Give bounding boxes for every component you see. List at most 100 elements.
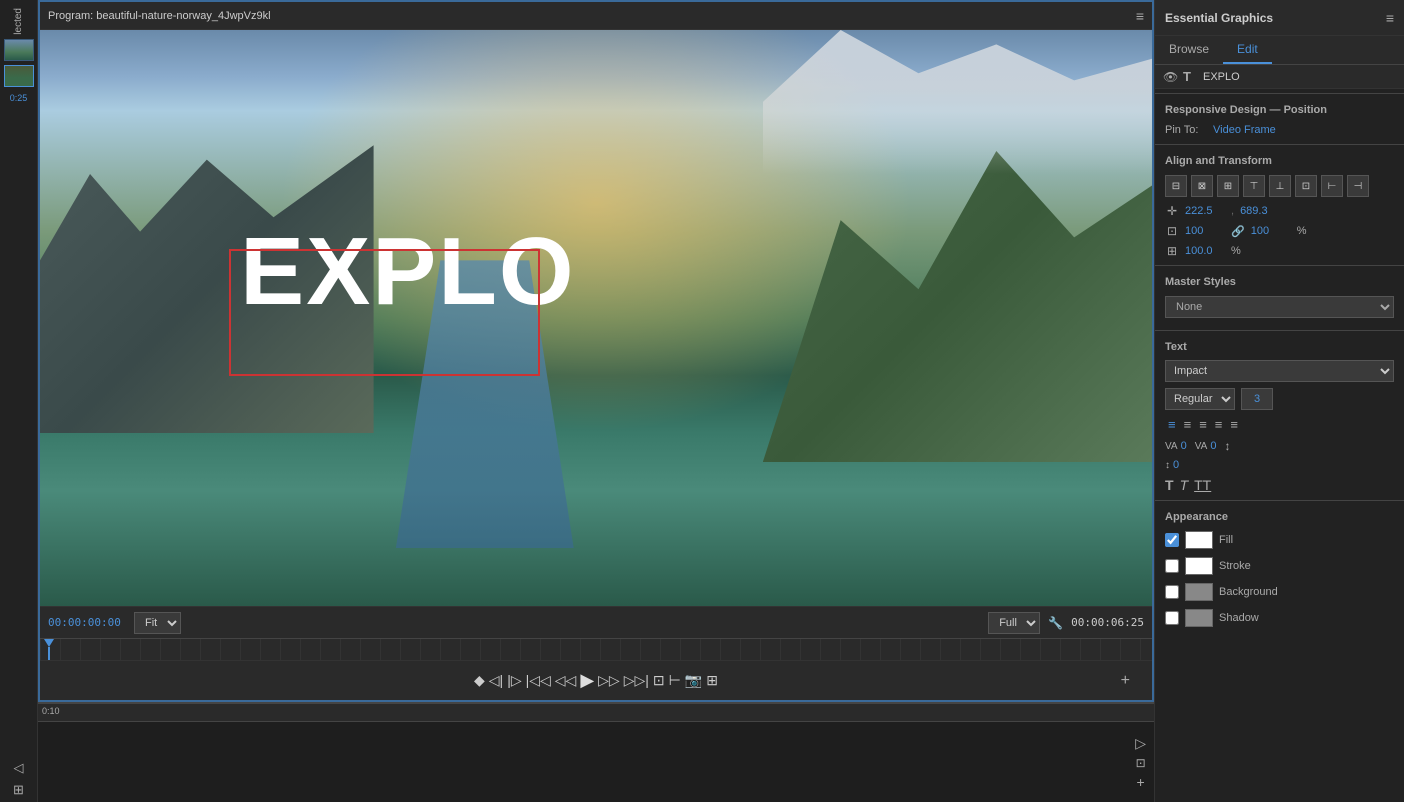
overwrite-btn[interactable]: ⊢ bbox=[667, 670, 683, 691]
rotation-value[interactable]: 100.0 bbox=[1185, 245, 1225, 257]
position-row: ✛ 222.5 , 689.3 bbox=[1155, 201, 1404, 221]
shadow-row: Shadow bbox=[1155, 605, 1404, 631]
quality-dropdown[interactable]: Full bbox=[988, 612, 1040, 634]
play-btn[interactable]: ▶ bbox=[578, 668, 596, 693]
divider-5 bbox=[1155, 500, 1404, 501]
side-icon-2[interactable]: ⊞ bbox=[13, 782, 24, 798]
font-family-row: Impact bbox=[1155, 357, 1404, 385]
align-center-h-btn[interactable]: ⊠ bbox=[1191, 175, 1213, 197]
wrench-icon[interactable]: 🔧 bbox=[1048, 616, 1063, 630]
align-center-v-btn[interactable]: ⊥ bbox=[1269, 175, 1291, 197]
center-area: Program: beautiful-nature-norway_4JwpVz9… bbox=[38, 0, 1154, 802]
fit-dropdown[interactable]: Fit bbox=[134, 612, 181, 634]
stroke-color-swatch[interactable] bbox=[1185, 557, 1213, 575]
background-color-swatch[interactable] bbox=[1185, 583, 1213, 601]
scrubber-track[interactable] bbox=[40, 639, 1152, 660]
insert-btn[interactable]: ⊡ bbox=[651, 670, 667, 691]
align-justify-all-text-btn[interactable]: ≡ bbox=[1227, 416, 1241, 433]
divider-1 bbox=[1155, 93, 1404, 94]
leading-icon[interactable]: ↕ bbox=[1224, 439, 1230, 453]
align-left-btn[interactable]: ⊟ bbox=[1165, 175, 1187, 197]
mark-btn-1[interactable]: ◁| bbox=[487, 670, 505, 691]
layer-name[interactable]: EXPLO bbox=[1203, 71, 1396, 83]
add-track-icon[interactable]: + bbox=[1137, 774, 1145, 790]
mark-in-btn[interactable]: ◆ bbox=[472, 670, 487, 691]
master-styles-select[interactable]: None bbox=[1165, 296, 1394, 318]
divider-3 bbox=[1155, 265, 1404, 266]
scale-pct: % bbox=[1297, 225, 1307, 237]
align-right-text-btn[interactable]: ≡ bbox=[1196, 416, 1210, 433]
thumbnail-1[interactable] bbox=[4, 39, 34, 61]
video-area: EXPLO bbox=[40, 30, 1152, 606]
position-icon: ✛ bbox=[1165, 204, 1179, 218]
italic-btn[interactable]: T bbox=[1180, 477, 1189, 493]
panel-menu-icon[interactable]: ≡ bbox=[1386, 10, 1394, 26]
explo-text: EXPLO bbox=[240, 218, 575, 325]
panel-content: 👁 T EXPLO Responsive Design — Position P… bbox=[1155, 65, 1404, 802]
thumbnail-2[interactable] bbox=[4, 65, 34, 87]
align-bottom-btn[interactable]: ⊡ bbox=[1295, 175, 1317, 197]
export-frame-btn[interactable]: ⊞ bbox=[704, 670, 720, 691]
underline-btn[interactable]: TT bbox=[1194, 477, 1211, 493]
bold-btn[interactable]: T bbox=[1165, 477, 1174, 493]
camera-btn[interactable]: 📷 bbox=[683, 670, 704, 691]
timeline-ruler: 0:10 bbox=[38, 704, 1154, 722]
background-checkbox[interactable] bbox=[1165, 585, 1179, 599]
timecode-left: 0:25 bbox=[10, 93, 28, 103]
layer-eye-icon[interactable]: 👁 bbox=[1163, 70, 1177, 84]
font-size-input[interactable] bbox=[1241, 388, 1273, 410]
tab-edit[interactable]: Edit bbox=[1223, 36, 1272, 64]
align-right-btn[interactable]: ⊞ bbox=[1217, 175, 1239, 197]
scale-h-value[interactable]: 100 bbox=[1251, 225, 1291, 237]
align-top-btn[interactable]: ⊤ bbox=[1243, 175, 1265, 197]
lock-icon[interactable]: 🔗 bbox=[1231, 225, 1245, 238]
align-left-text-btn[interactable]: ≡ bbox=[1165, 416, 1179, 433]
scrubber-head[interactable] bbox=[44, 639, 54, 660]
mark-btn-2[interactable]: |▷ bbox=[505, 670, 523, 691]
tracking-value[interactable]: 0 bbox=[1210, 440, 1216, 452]
position-x-value[interactable]: 222.5 bbox=[1185, 205, 1225, 217]
tab-browse[interactable]: Browse bbox=[1155, 36, 1223, 64]
shadow-checkbox[interactable] bbox=[1165, 611, 1179, 625]
shadow-color-swatch[interactable] bbox=[1185, 609, 1213, 627]
monitor-menu-icon[interactable]: ≡ bbox=[1136, 8, 1144, 24]
step-back-btn[interactable]: ◁◁ bbox=[553, 670, 579, 691]
arrow-right-icon[interactable]: ▷ bbox=[1135, 735, 1146, 752]
position-y-value[interactable]: 689.3 bbox=[1240, 205, 1280, 217]
pin-to-label: Pin To: bbox=[1165, 124, 1205, 136]
monitor-controls: 00:00:00:00 Fit Full 🔧 00:00:06:25 bbox=[40, 606, 1152, 638]
kerning-value[interactable]: 0 bbox=[1181, 440, 1187, 452]
jump-start-btn[interactable]: |◁◁ bbox=[524, 670, 553, 691]
zoom-to-fit-icon[interactable]: ⊡ bbox=[1136, 756, 1146, 770]
step-fwd-btn[interactable]: ▷▷ bbox=[596, 670, 622, 691]
fill-row: Fill bbox=[1155, 527, 1404, 553]
divider-4 bbox=[1155, 330, 1404, 331]
font-style-select[interactable]: Regular bbox=[1165, 388, 1235, 410]
background-row: Background bbox=[1155, 579, 1404, 605]
timeline-content: ▷ ⊡ + bbox=[38, 722, 1154, 802]
pin-to-value[interactable]: Video Frame bbox=[1213, 124, 1276, 136]
align-center-text-btn[interactable]: ≡ bbox=[1181, 416, 1195, 433]
line-spacing-value[interactable]: 0 bbox=[1173, 459, 1179, 471]
monitor-header: Program: beautiful-nature-norway_4JwpVz9… bbox=[40, 2, 1152, 30]
stroke-checkbox[interactable] bbox=[1165, 559, 1179, 573]
divider-2 bbox=[1155, 144, 1404, 145]
dist-h-btn[interactable]: ⊢ bbox=[1321, 175, 1343, 197]
background-label: Background bbox=[1219, 586, 1278, 598]
align-icons-row: ⊟ ⊠ ⊞ ⊤ ⊥ ⊡ ⊢ ⊣ bbox=[1155, 171, 1404, 201]
align-justify-text-btn[interactable]: ≡ bbox=[1212, 416, 1226, 433]
jump-end-btn[interactable]: ▷▷| bbox=[622, 670, 651, 691]
text-align-row: ≡ ≡ ≡ ≡ ≡ bbox=[1155, 413, 1404, 436]
essential-graphics-panel: Essential Graphics ≡ Browse Edit 👁 T EXP… bbox=[1154, 0, 1404, 802]
kerning-label: VA bbox=[1165, 441, 1178, 452]
fill-checkbox[interactable] bbox=[1165, 533, 1179, 547]
responsive-design-header: Responsive Design — Position bbox=[1155, 98, 1404, 120]
font-family-select[interactable]: Impact bbox=[1165, 360, 1394, 382]
add-btn[interactable]: + bbox=[1121, 672, 1130, 690]
fill-color-swatch[interactable] bbox=[1185, 531, 1213, 549]
timeline-scrubber[interactable] bbox=[40, 638, 1152, 660]
dist-v-btn[interactable]: ⊣ bbox=[1347, 175, 1369, 197]
side-icon-1[interactable]: ◁ bbox=[14, 760, 24, 776]
master-styles-body: None bbox=[1155, 292, 1404, 326]
scale-w-value[interactable]: 100 bbox=[1185, 225, 1225, 237]
